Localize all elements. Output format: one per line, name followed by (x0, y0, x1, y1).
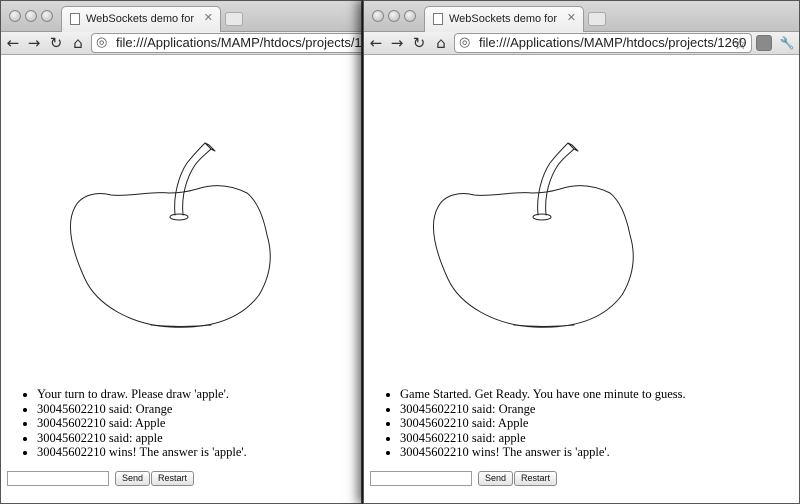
list-item: 30045602210 said: apple (400, 431, 686, 446)
list-item: 30045602210 said: Orange (37, 402, 247, 417)
apple-drawing (69, 142, 271, 328)
extension-icon[interactable] (756, 35, 772, 51)
tab-strip: WebSockets demo for HTML5 ✕ (1, 1, 361, 32)
browser-window-right: WebSockets demo for HTML5 ✕ ← → ↻ ⌂ ◎ fi… (363, 0, 800, 504)
wrench-icon[interactable]: 🔧 (778, 33, 796, 53)
globe-icon: ◎ (96, 35, 108, 50)
back-icon[interactable]: ← (367, 33, 385, 53)
window-minimize-button[interactable] (388, 10, 400, 22)
reload-icon[interactable]: ↻ (47, 33, 65, 53)
globe-icon: ◎ (459, 35, 471, 50)
list-item: 30045602210 wins! The answer is 'apple'. (400, 445, 686, 460)
close-icon[interactable]: ✕ (204, 12, 213, 24)
guess-input[interactable] (370, 471, 472, 486)
page-icon (70, 13, 80, 25)
new-tab-button[interactable] (225, 12, 243, 26)
home-icon[interactable]: ⌂ (69, 33, 87, 53)
window-close-button[interactable] (9, 10, 21, 22)
page-icon (433, 13, 443, 25)
browser-tab[interactable]: WebSockets demo for HTML5 ✕ (424, 6, 584, 32)
message-list: Game Started. Get Ready. You have one mi… (374, 387, 686, 460)
home-icon[interactable]: ⌂ (432, 33, 450, 53)
restart-button[interactable]: Restart (151, 471, 195, 486)
tab-strip: WebSockets demo for HTML5 ✕ (364, 1, 799, 32)
close-icon[interactable]: ✕ (567, 12, 576, 24)
list-item: Your turn to draw. Please draw 'apple'. (37, 387, 247, 402)
restart-button[interactable]: Restart (514, 471, 558, 486)
window-close-button[interactable] (372, 10, 384, 22)
address-bar[interactable]: ◎ file:///Applications/MAMP/htdocs/proje… (454, 33, 752, 53)
apple-drawing (432, 142, 634, 328)
new-tab-button[interactable] (588, 12, 606, 26)
drawing-canvas[interactable] (364, 55, 800, 385)
url-text[interactable]: file:///Applications/MAMP/htdocs/project… (479, 35, 746, 51)
browser-toolbar: ← → ↻ ⌂ ◎ file:///Applications/MAMP/htdo… (364, 32, 799, 55)
window-zoom-button[interactable] (41, 10, 53, 22)
guess-input[interactable] (7, 471, 109, 486)
message-list: Your turn to draw. Please draw 'apple'. … (11, 387, 247, 460)
window-zoom-button[interactable] (404, 10, 416, 22)
list-item: 30045602210 said: apple (37, 431, 247, 446)
browser-tab[interactable]: WebSockets demo for HTML5 ✕ (61, 6, 221, 32)
url-text[interactable]: file:///Applications/MAMP/htdocs/project… (116, 35, 361, 51)
browser-window-left: WebSockets demo for HTML5 ✕ ← → ↻ ⌂ ◎ fi… (0, 0, 362, 504)
list-item: 30045602210 wins! The answer is 'apple'. (37, 445, 247, 460)
send-button[interactable]: Send (478, 471, 514, 486)
address-bar[interactable]: ◎ file:///Applications/MAMP/htdocs/proje… (91, 33, 361, 53)
list-item: 30045602210 said: Apple (37, 416, 247, 431)
tab-title: WebSockets demo for HTML5 (86, 13, 198, 25)
tab-title: WebSockets demo for HTML5 (449, 13, 561, 25)
list-item: 30045602210 said: Apple (400, 416, 686, 431)
reload-icon[interactable]: ↻ (410, 33, 428, 53)
send-button[interactable]: Send (115, 471, 151, 486)
browser-toolbar: ← → ↻ ⌂ ◎ file:///Applications/MAMP/htdo… (1, 32, 361, 55)
window-minimize-button[interactable] (25, 10, 37, 22)
bookmark-star-icon[interactable]: ☆ (733, 35, 747, 53)
back-icon[interactable]: ← (4, 33, 22, 53)
list-item: Game Started. Get Ready. You have one mi… (400, 387, 686, 402)
list-item: 30045602210 said: Orange (400, 402, 686, 417)
forward-icon[interactable]: → (388, 33, 406, 53)
forward-icon[interactable]: → (25, 33, 43, 53)
drawing-canvas[interactable] (1, 55, 362, 385)
